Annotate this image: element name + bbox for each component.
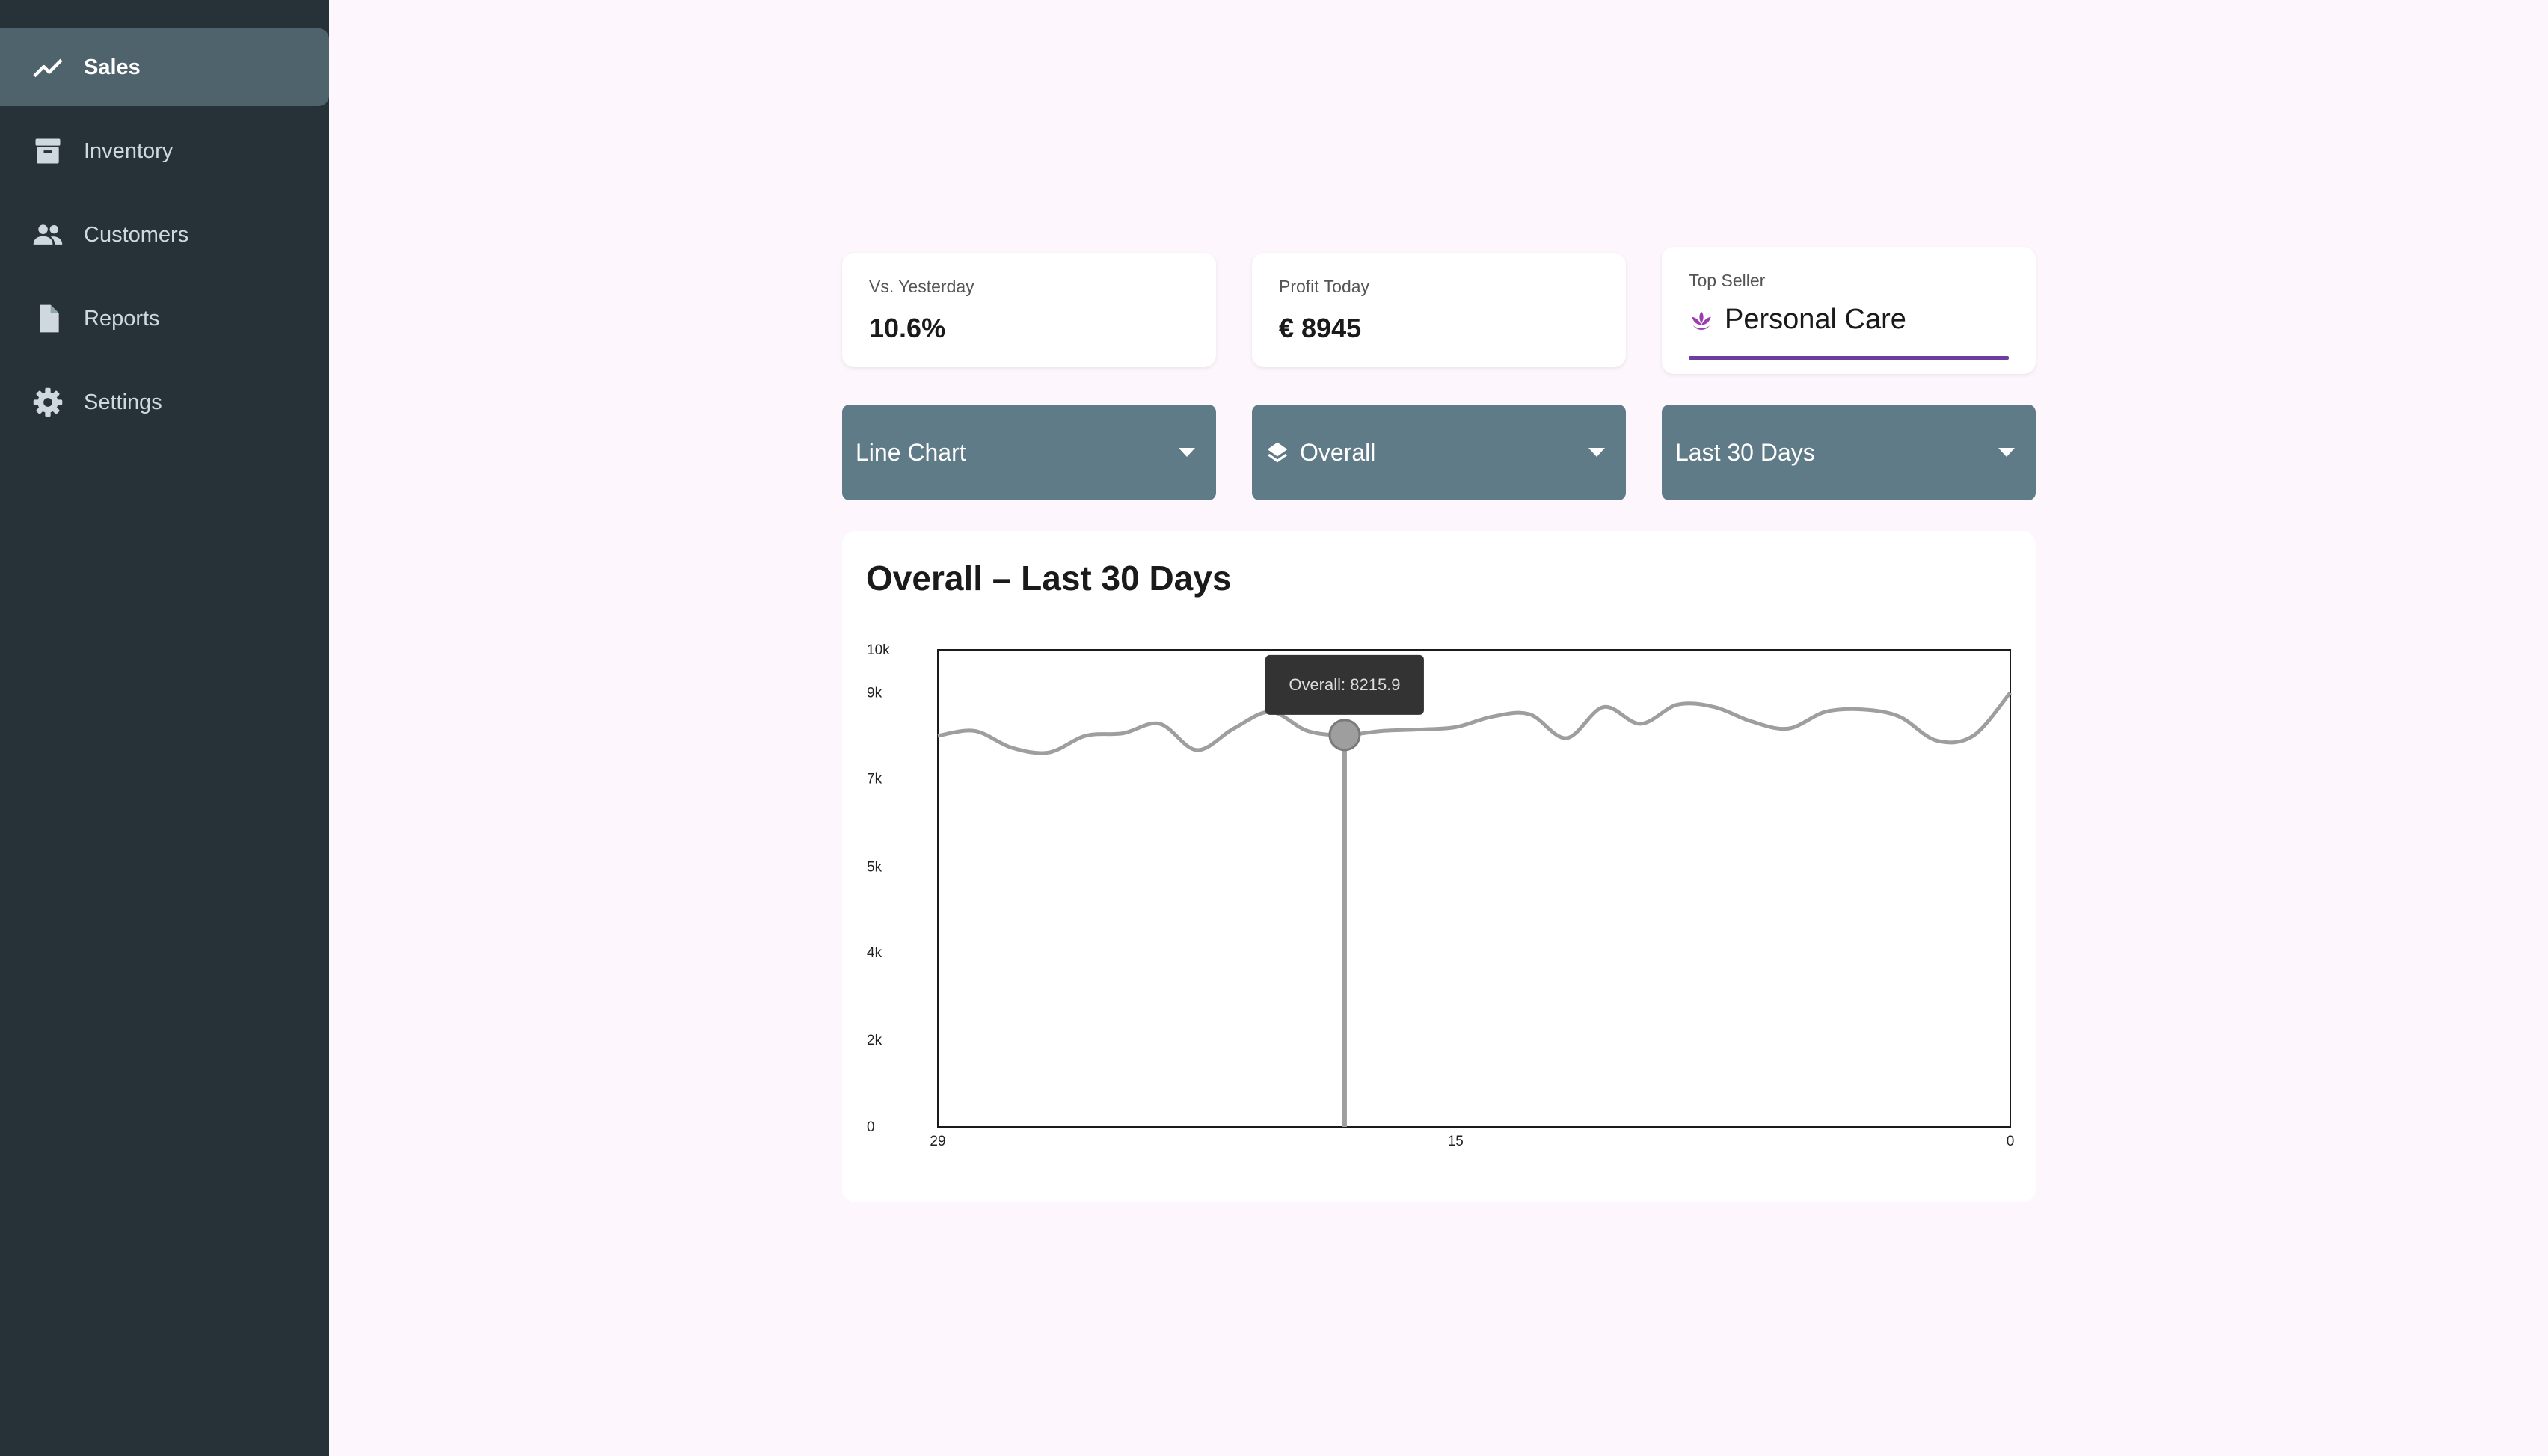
lotus-icon [1689, 307, 1714, 333]
data-point [1675, 702, 1680, 707]
data-point [1305, 728, 1310, 733]
chart-type-select[interactable]: Line Chart [842, 405, 1216, 500]
chevron-down-icon [1179, 448, 1195, 457]
data-point [936, 734, 940, 738]
data-point [1379, 728, 1384, 733]
series-line [937, 691, 2012, 755]
sidebar-item-sales[interactable]: Sales [0, 28, 329, 106]
data-point [1491, 714, 1495, 719]
data-point [1823, 710, 1828, 714]
x-tick-label: 15 [1448, 1134, 1464, 1149]
period-value: Last 30 Days [1675, 438, 1815, 466]
gear-icon [31, 386, 64, 419]
sidebar-item-label: Reports [84, 306, 160, 331]
data-point [1712, 705, 1716, 710]
line-chart[interactable]: 10k 9k 7k 5k 4k 2k 0 29 15 0 Overall: 8215.9 [842, 531, 2036, 1202]
chevron-down-icon [1588, 448, 1605, 457]
period-select[interactable]: Last 30 Days [1662, 405, 2036, 500]
profit-today-card: Profit Today € 8945 [1252, 253, 1626, 367]
top-seller-value: Personal Care [1725, 304, 1906, 335]
y-tick-label: 5k [867, 859, 882, 875]
data-point [1046, 750, 1051, 755]
y-tick-label: 0 [867, 1119, 875, 1135]
highlight-point [1328, 719, 1361, 752]
top-seller-row: Personal Care [1689, 304, 1906, 336]
chart-panel: Overall – Last 30 Days 10k 9k 7k 5k 4k 2k 0 29 1… [842, 531, 2036, 1202]
data-point [1934, 738, 1938, 743]
data-point [1601, 705, 1606, 710]
sidebar-item-label: Sales [84, 55, 141, 79]
data-point [1120, 731, 1125, 736]
y-tick-label: 4k [867, 945, 882, 961]
chevron-down-icon [1998, 448, 2015, 457]
document-icon [31, 302, 64, 335]
sidebar-item-settings[interactable]: Settings [0, 363, 329, 441]
sidebar-item-label: Settings [84, 390, 162, 414]
vs-yesterday-value: 10.6% [869, 313, 946, 343]
data-point [1453, 725, 1458, 729]
data-point [1565, 736, 1569, 740]
sidebar-item-reports[interactable]: Reports [0, 280, 329, 357]
trending-up-icon [31, 51, 64, 84]
vs-yesterday-label: Vs. Yesterday [869, 277, 974, 296]
top-seller-underline [1689, 356, 2009, 360]
sidebar-item-customers[interactable]: Customers [0, 196, 329, 274]
category-value: Overall [1300, 438, 1376, 466]
profit-today-label: Profit Today [1279, 277, 1370, 296]
sidebar-item-inventory[interactable]: Inventory [0, 112, 329, 190]
data-point [1786, 726, 1790, 731]
top-seller-label: Top Seller [1689, 271, 1766, 290]
data-point [972, 728, 977, 733]
vs-yesterday-card: Vs. Yesterday 10.6% [842, 253, 1216, 367]
y-tick-label: 9k [867, 685, 882, 701]
category-select[interactable]: Overall [1252, 405, 1626, 500]
data-point [1639, 722, 1643, 726]
data-point [1860, 707, 1864, 712]
y-tick-label: 2k [867, 1033, 882, 1048]
x-tick-label: 0 [2007, 1134, 2015, 1149]
data-point [1194, 748, 1199, 752]
data-point [1084, 734, 1088, 738]
chart-type-value: Line Chart [856, 438, 966, 466]
y-tick-label: 10k [867, 642, 890, 658]
layers-icon [1265, 440, 1289, 464]
data-point [1971, 734, 1976, 738]
y-tick-label: 7k [867, 771, 882, 787]
sidebar: Sales Inventory Customers Reports Settin… [0, 0, 329, 1456]
data-point [1158, 722, 1162, 726]
data-point [2008, 690, 2013, 695]
top-seller-card: Top Seller Personal Care [1662, 247, 2036, 374]
data-point [1416, 728, 1421, 732]
people-icon [31, 218, 64, 251]
sidebar-item-label: Inventory [84, 138, 174, 163]
data-point [1527, 712, 1532, 716]
sidebar-item-label: Customers [84, 222, 189, 247]
profit-today-value: € 8945 [1279, 313, 1362, 343]
data-point [1749, 719, 1754, 724]
data-point [1232, 726, 1236, 731]
data-point [1897, 714, 1902, 719]
x-tick-label: 29 [930, 1134, 945, 1149]
data-point [1010, 746, 1014, 750]
archive-icon [31, 135, 64, 168]
tooltip-text: Overall: 8215.9 [1289, 675, 1400, 694]
